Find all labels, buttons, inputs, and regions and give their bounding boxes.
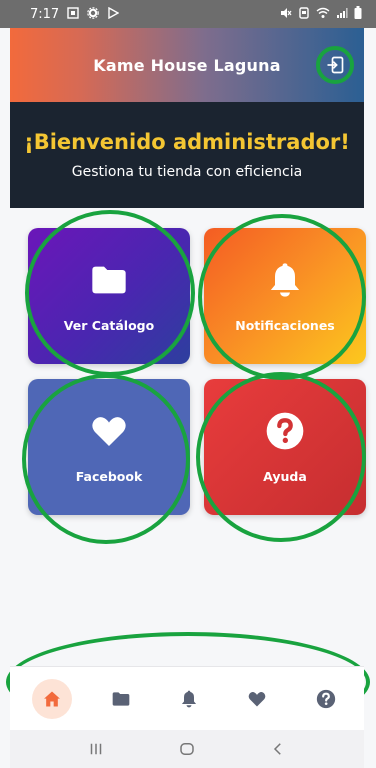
catalog-tile-label: Ver Catálogo bbox=[63, 317, 155, 333]
battery-icon bbox=[354, 6, 362, 22]
help-tile[interactable]: Ayuda bbox=[204, 379, 366, 515]
welcome-title: ¡Bienvenido administrador! bbox=[24, 130, 350, 154]
home-icon bbox=[44, 691, 61, 706]
catalog-tile[interactable]: Ver Catálogo bbox=[28, 228, 190, 364]
logout-button[interactable] bbox=[316, 46, 354, 84]
home-system-icon bbox=[180, 743, 194, 755]
gear-icon bbox=[87, 6, 100, 22]
status-right bbox=[280, 6, 362, 22]
welcome-banner: ¡Bienvenido administrador! Gestiona tu t… bbox=[10, 102, 364, 208]
home-system-button[interactable] bbox=[172, 734, 202, 764]
notifications-tile-label: Notificaciones bbox=[235, 317, 335, 333]
facebook-tile-label: Facebook bbox=[75, 468, 143, 484]
wifi-icon bbox=[316, 7, 330, 22]
status-bar: 7:17 bbox=[0, 0, 376, 28]
back-icon bbox=[274, 743, 282, 755]
folder-icon bbox=[92, 266, 126, 293]
help-icon bbox=[316, 689, 335, 708]
bell-icon bbox=[181, 690, 197, 707]
facebook-tile[interactable]: Facebook bbox=[28, 379, 190, 515]
signal-icon bbox=[336, 7, 348, 22]
mute-icon bbox=[280, 7, 292, 22]
system-nav-bar bbox=[10, 730, 364, 768]
alarm-icon bbox=[298, 6, 310, 22]
nav-notifications[interactable] bbox=[169, 679, 209, 719]
welcome-subtitle: Gestiona tu tienda con eficiencia bbox=[71, 164, 303, 180]
status-left: 7:17 bbox=[30, 6, 120, 22]
app-title: Kame House Laguna bbox=[93, 55, 281, 75]
folder-icon bbox=[112, 691, 129, 706]
status-time: 7:17 bbox=[30, 6, 60, 22]
recents-icon bbox=[90, 743, 101, 755]
notifications-tile[interactable]: Notificaciones bbox=[204, 228, 366, 364]
app-screen: 7:17 Kame House Laguna ¡Bienvenido admin… bbox=[0, 0, 376, 768]
nav-catalog[interactable] bbox=[101, 679, 141, 719]
nav-home[interactable] bbox=[32, 678, 73, 719]
nav-facebook[interactable] bbox=[237, 679, 277, 719]
bottom-nav bbox=[10, 666, 364, 730]
recents-button[interactable] bbox=[81, 734, 111, 764]
help-tile-label: Ayuda bbox=[263, 468, 307, 484]
help-icon bbox=[266, 412, 304, 449]
bell-icon bbox=[270, 262, 300, 297]
back-button[interactable] bbox=[263, 734, 293, 764]
heart-icon bbox=[249, 691, 266, 706]
screenshot-icon bbox=[67, 6, 79, 22]
nav-help[interactable] bbox=[306, 679, 346, 719]
app-header: Kame House Laguna bbox=[10, 28, 364, 102]
logout-icon bbox=[327, 56, 344, 74]
play-store-icon bbox=[107, 6, 120, 22]
heart-icon bbox=[92, 416, 126, 446]
